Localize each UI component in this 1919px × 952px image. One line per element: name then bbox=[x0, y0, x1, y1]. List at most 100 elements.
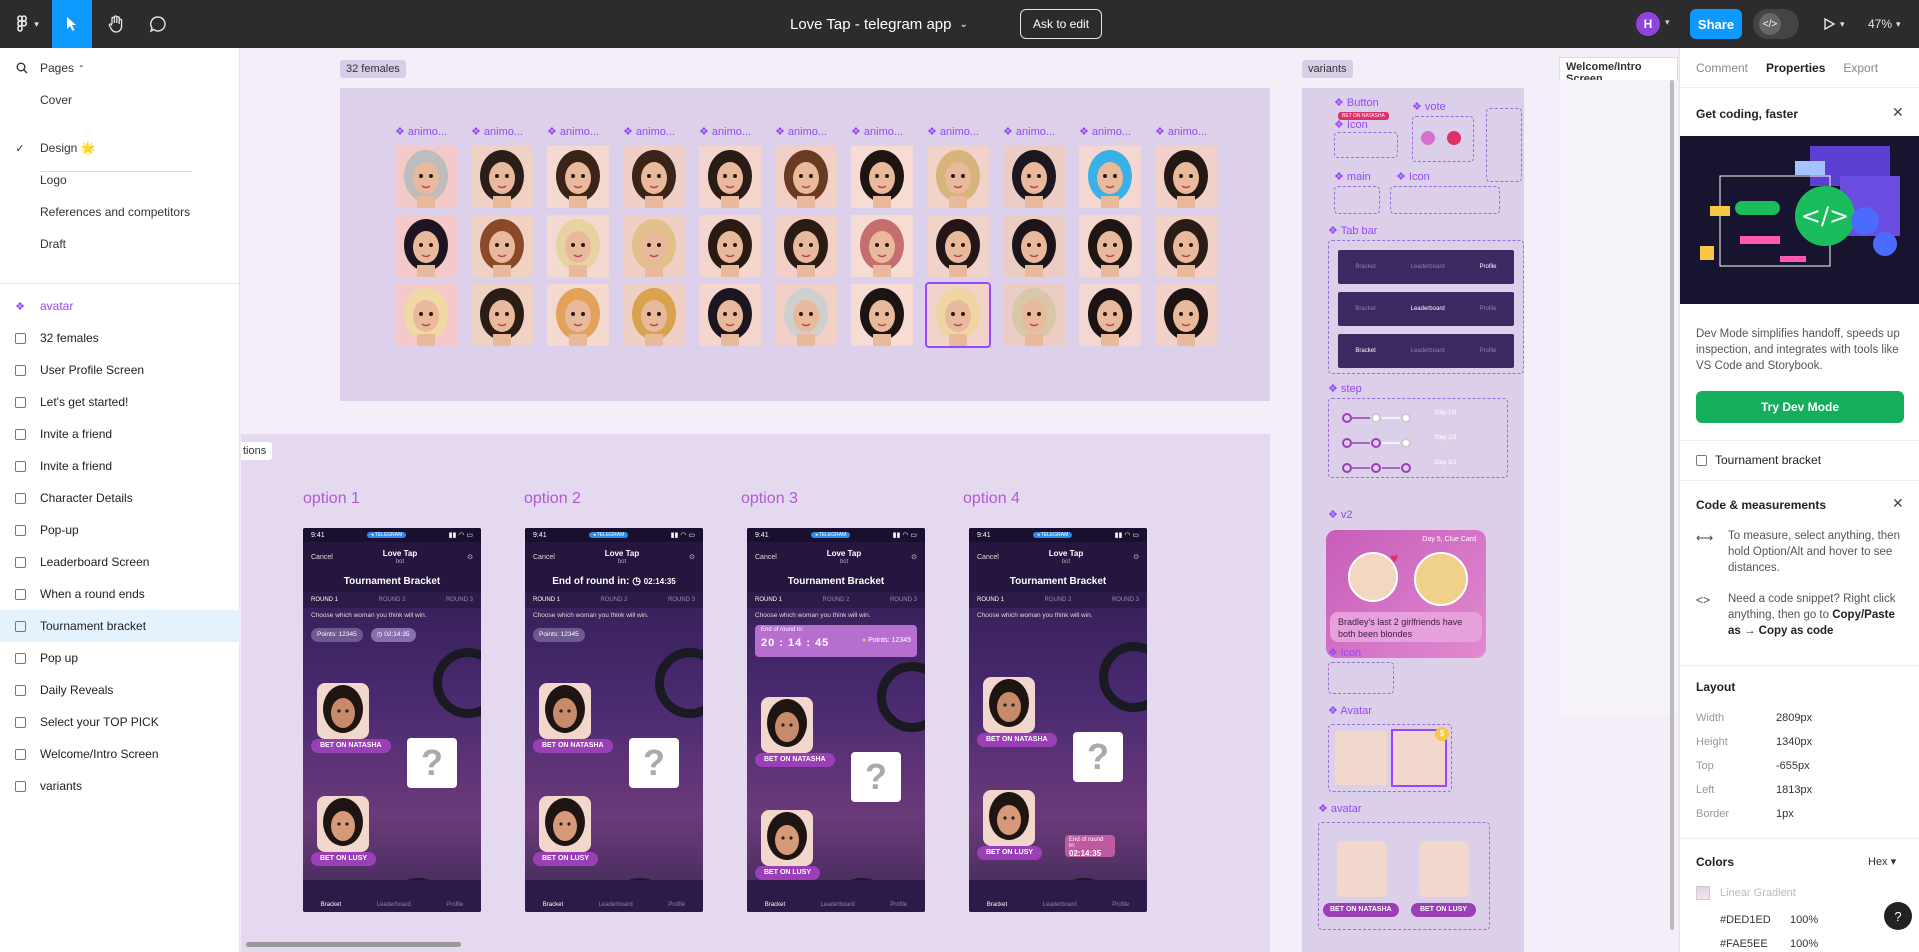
variant-label[interactable]: ❖ step bbox=[1328, 382, 1362, 395]
avatar-thumbnail[interactable] bbox=[623, 215, 685, 277]
avatar-thumbnail[interactable] bbox=[471, 146, 533, 208]
avatar-thumbnail[interactable] bbox=[623, 284, 685, 346]
avatar-component-name[interactable]: ❖ animo... bbox=[1079, 125, 1131, 138]
layer-item[interactable]: ❖ avatar bbox=[0, 290, 240, 322]
tab-leaderboard[interactable]: Leaderboard bbox=[599, 902, 633, 908]
page-item[interactable]: References and competitors bbox=[0, 196, 240, 228]
avatar-thumbnail[interactable] bbox=[1079, 215, 1141, 277]
variant-label[interactable]: ❖ v2 bbox=[1328, 508, 1353, 521]
variant-container[interactable] bbox=[1334, 132, 1398, 158]
close-icon[interactable]: ✕ bbox=[1892, 495, 1904, 512]
frame-label-32-females[interactable]: 32 females bbox=[340, 60, 406, 78]
avatar-component-name[interactable]: ❖ animo... bbox=[1003, 125, 1055, 138]
avatar-thumbnail[interactable] bbox=[927, 146, 989, 208]
variant-container[interactable] bbox=[1486, 108, 1522, 182]
layout-row[interactable]: Height 1340px bbox=[1696, 736, 1906, 756]
avatar-thumbnail[interactable] bbox=[547, 146, 609, 208]
hand-tool-icon[interactable] bbox=[96, 0, 136, 48]
bet-button[interactable]: BET ON LUSY bbox=[755, 866, 821, 880]
tab-bar-variant[interactable]: Bracket Leaderboard Profile bbox=[1338, 250, 1514, 284]
option-label[interactable]: option 1 bbox=[303, 490, 360, 508]
chevron-down-icon[interactable]: ▾ bbox=[1665, 17, 1670, 28]
variant-container[interactable] bbox=[1328, 662, 1394, 694]
page-item[interactable]: Logo bbox=[0, 164, 240, 196]
contestant-portrait[interactable] bbox=[983, 677, 1035, 733]
tab-bar-variant[interactable]: Bracket Leaderboard Profile bbox=[1338, 292, 1514, 326]
avatar-component-name[interactable]: ❖ animo... bbox=[547, 125, 599, 138]
avatar-thumbnail[interactable] bbox=[851, 284, 913, 346]
contestant-portrait[interactable] bbox=[983, 790, 1035, 846]
avatar-component-name[interactable]: ❖ animo... bbox=[775, 125, 827, 138]
gradient-swatch[interactable] bbox=[1696, 886, 1710, 900]
variant-container[interactable] bbox=[1334, 186, 1380, 214]
page-item-current[interactable]: ✓ Design 🌟 bbox=[0, 132, 240, 164]
share-button[interactable]: Share bbox=[1690, 9, 1742, 39]
layer-item[interactable]: Character Details bbox=[0, 482, 240, 514]
contestant-portrait[interactable] bbox=[761, 697, 813, 753]
pages-header[interactable]: Pages ⌃ bbox=[0, 48, 240, 88]
tab-profile[interactable]: Profile bbox=[668, 902, 685, 908]
phone-mockup[interactable]: 9:41 ◂ TELEGRAM ▮▮ ◠ ▭ Cancel Love Tap bot ⊙ To… bbox=[747, 528, 925, 912]
layout-row[interactable]: Width 2809px bbox=[1696, 712, 1906, 732]
clue-card[interactable]: Day 5, Clue Card ♥ Bradley's last 2 girlfr… bbox=[1326, 530, 1486, 658]
horizontal-scrollbar[interactable] bbox=[246, 942, 461, 947]
avatar-thumbnail[interactable] bbox=[1155, 146, 1217, 208]
close-icon[interactable]: ✕ bbox=[1892, 104, 1904, 121]
tab-profile[interactable]: Profile bbox=[446, 902, 463, 908]
bet-button[interactable]: BET ON NATASHA bbox=[977, 733, 1057, 747]
avatar-component-name[interactable]: ❖ animo... bbox=[623, 125, 675, 138]
variant-container[interactable]: BET ON NATASHA BET ON LUSY bbox=[1318, 822, 1490, 930]
phone-mockup[interactable]: 9:41 ◂ TELEGRAM ▮▮ ◠ ▭ Cancel Love Tap bot ⊙ En… bbox=[525, 528, 703, 912]
tab-bracket[interactable]: Bracket bbox=[543, 902, 563, 908]
variant-container[interactable] bbox=[1412, 116, 1474, 162]
frame-label-options[interactable]: tions bbox=[241, 442, 273, 460]
tab-properties[interactable]: Properties bbox=[1766, 61, 1825, 75]
avatar-thumbnail[interactable] bbox=[699, 215, 761, 277]
layer-item[interactable]: Leaderboard Screen bbox=[0, 546, 240, 578]
avatar-thumbnail[interactable] bbox=[471, 284, 533, 346]
layer-item[interactable]: Select your TOP PICK bbox=[0, 706, 240, 738]
avatar-component-name[interactable]: ❖ animo... bbox=[699, 125, 751, 138]
tab-bracket[interactable]: Bracket bbox=[765, 902, 785, 908]
tab-bracket[interactable]: Bracket bbox=[987, 902, 1007, 908]
tab-leaderboard[interactable]: Leaderboard bbox=[377, 902, 411, 908]
contestant-portrait[interactable] bbox=[317, 683, 369, 739]
variant-label[interactable]: ❖ main bbox=[1334, 170, 1371, 183]
canvas[interactable]: 32 females ❖ animo... ❖ animo... ❖ animo..… bbox=[241, 48, 1678, 952]
avatar-component-name[interactable]: ❖ animo... bbox=[927, 125, 979, 138]
variant-label[interactable]: ❖ Tab bar bbox=[1328, 224, 1377, 237]
color-format-select[interactable]: Hex ▾ bbox=[1868, 855, 1896, 868]
layer-item[interactable]: 32 females bbox=[0, 322, 240, 354]
comment-tool-icon[interactable] bbox=[138, 0, 178, 48]
layer-item[interactable]: Pop-up bbox=[0, 514, 240, 546]
tab-leaderboard[interactable]: Leaderboard bbox=[821, 902, 855, 908]
bet-button[interactable]: BET ON NATASHA bbox=[755, 753, 835, 767]
contestant-portrait[interactable] bbox=[539, 683, 591, 739]
avatar-thumbnail[interactable] bbox=[395, 146, 457, 208]
present-button[interactable]: ▾ bbox=[1822, 0, 1845, 48]
option-label[interactable]: option 2 bbox=[524, 490, 581, 508]
try-dev-mode-button[interactable]: Try Dev Mode bbox=[1696, 391, 1904, 423]
variant-label[interactable]: ❖ Icon bbox=[1396, 170, 1430, 183]
frame-welcome-intro[interactable] bbox=[1559, 80, 1678, 716]
bet-button[interactable]: BET ON LUSY bbox=[977, 846, 1043, 860]
layer-item[interactable]: Welcome/Intro Screen bbox=[0, 738, 240, 770]
variant-label[interactable]: ❖ Icon bbox=[1334, 118, 1368, 131]
avatar-thumbnail[interactable] bbox=[395, 215, 457, 277]
zoom-menu[interactable]: 47% ▾ bbox=[1868, 0, 1901, 48]
avatar-thumbnail[interactable] bbox=[1003, 215, 1065, 277]
layer-item[interactable]: User Profile Screen bbox=[0, 354, 240, 386]
avatar-component-name[interactable]: ❖ animo... bbox=[851, 125, 903, 138]
frame-label-variants[interactable]: variants bbox=[1302, 60, 1353, 78]
variant-label[interactable]: ❖ vote bbox=[1412, 100, 1446, 113]
tab-comment[interactable]: Comment bbox=[1696, 61, 1748, 75]
page-item[interactable]: Cover bbox=[0, 84, 240, 116]
tab-leaderboard[interactable]: Leaderboard bbox=[1043, 902, 1077, 908]
contestant-portrait[interactable] bbox=[761, 810, 813, 866]
avatar-thumbnail[interactable] bbox=[775, 215, 837, 277]
avatar-thumbnail[interactable] bbox=[547, 215, 609, 277]
variant-label[interactable]: ❖ Button bbox=[1334, 96, 1379, 109]
dev-mode-toggle[interactable]: </> bbox=[1753, 9, 1799, 39]
contestant-portrait[interactable] bbox=[317, 796, 369, 852]
layer-item[interactable]: When a round ends bbox=[0, 578, 240, 610]
